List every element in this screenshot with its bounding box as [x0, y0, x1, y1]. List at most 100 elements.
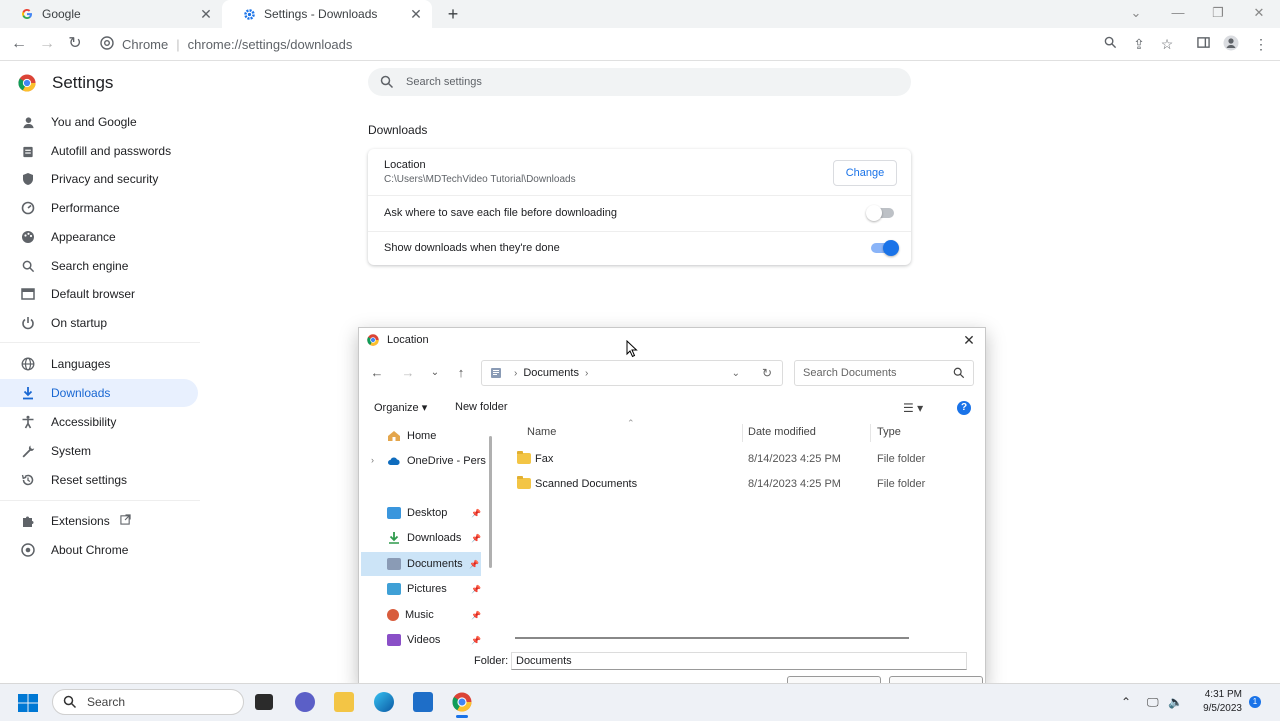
history-icon	[20, 472, 36, 488]
folder-icon	[517, 451, 531, 464]
nav-item-label: System	[51, 444, 92, 458]
tree-item-pictures[interactable]: Pictures 📌	[387, 577, 483, 601]
address-dropdown-icon[interactable]: ⌄	[732, 368, 740, 379]
folder-input[interactable]: Documents	[511, 652, 967, 670]
breadcrumb-item[interactable]: Documents	[523, 367, 579, 379]
file-explorer-icon[interactable]	[334, 692, 354, 712]
column-header-date[interactable]: Date modified	[748, 426, 816, 438]
profile-avatar-icon[interactable]	[1222, 35, 1240, 53]
column-separator[interactable]	[870, 424, 871, 442]
tree-item-videos[interactable]: Videos 📌	[387, 628, 483, 652]
tree-item-desktop[interactable]: Desktop 📌	[387, 501, 483, 525]
more-menu-icon[interactable]: ⋮	[1252, 35, 1270, 53]
nav-item-about-chrome[interactable]: About Chrome	[0, 536, 198, 564]
teams-chat-icon[interactable]	[295, 692, 315, 712]
chrome-taskbar-icon[interactable]	[452, 692, 472, 718]
maximize-icon[interactable]: ❐	[1206, 4, 1230, 22]
nav-item-system[interactable]: System	[0, 437, 198, 465]
tab-search-chevron-icon[interactable]: ⌄	[1124, 4, 1148, 22]
close-icon[interactable]: ✕	[959, 330, 979, 350]
nav-item-default-browser[interactable]: Default browser	[0, 280, 198, 308]
nav-item-you-and-google[interactable]: You and Google	[0, 108, 198, 136]
file-name: Scanned Documents	[535, 478, 638, 490]
taskbar-search-box[interactable]: Search	[52, 689, 244, 715]
navigation-scrollbar[interactable]	[489, 436, 492, 568]
search-icon	[380, 75, 394, 89]
file-row[interactable]: Fax 8/14/2023 4:25 PM File folder	[499, 448, 985, 470]
side-panel-icon[interactable]	[1194, 35, 1212, 53]
back-icon[interactable]: ←	[368, 364, 386, 382]
nav-item-reset-settings[interactable]: Reset settings	[0, 466, 198, 494]
microsoft-store-icon[interactable]	[413, 692, 433, 712]
dialog-address-bar[interactable]: › Documents › ⌄ ↻	[481, 360, 783, 386]
edge-browser-icon[interactable]	[374, 692, 394, 712]
column-header-name[interactable]: Name	[527, 426, 556, 438]
forward-icon[interactable]: →	[38, 35, 56, 53]
file-list-pane: Name ⌃ Date modified Type Fax 8/14/2023 …	[499, 418, 985, 642]
organize-button[interactable]: Organize ▾	[374, 401, 427, 414]
settings-search-input[interactable]: Search settings	[368, 68, 911, 96]
nav-item-performance[interactable]: Performance	[0, 194, 198, 222]
minimize-icon[interactable]: —	[1166, 4, 1190, 22]
nav-item-appearance[interactable]: Appearance	[0, 223, 198, 251]
close-tab-icon[interactable]: ✕	[198, 6, 214, 22]
reload-icon[interactable]: ↻	[66, 35, 84, 53]
taskbar-clock[interactable]: 4:31 PM 9/5/2023	[1188, 688, 1242, 716]
new-tab-icon[interactable]: +	[444, 5, 462, 23]
nav-item-on-startup[interactable]: On startup	[0, 309, 198, 337]
help-icon[interactable]: ?	[957, 401, 971, 415]
tree-item-music[interactable]: Music 📌	[387, 603, 483, 627]
recent-locations-chevron-icon[interactable]: ⌄	[426, 364, 444, 382]
tree-item-downloads[interactable]: Downloads 📌	[387, 526, 483, 550]
forward-icon[interactable]: →	[399, 364, 417, 382]
new-folder-button[interactable]: New folder	[455, 401, 508, 413]
bookmark-star-icon[interactable]: ☆	[1158, 35, 1176, 53]
desktop-icon	[387, 507, 401, 519]
share-icon[interactable]: ⇪	[1130, 35, 1148, 53]
ask-where-toggle[interactable]	[866, 205, 894, 221]
dialog-titlebar[interactable]: Location	[359, 328, 985, 352]
tray-overflow-chevron-icon[interactable]: ⌃	[1121, 695, 1131, 709]
nav-item-accessibility[interactable]: Accessibility	[0, 408, 198, 436]
nav-item-downloads[interactable]: Downloads	[0, 379, 198, 407]
tab-title: Google	[42, 7, 81, 21]
horizontal-scrollbar[interactable]	[515, 637, 909, 639]
change-location-button[interactable]: Change	[833, 160, 897, 186]
tab-google[interactable]: Google ✕	[0, 0, 222, 28]
tree-item-onedrive[interactable]: OneDrive - Pers	[387, 449, 487, 473]
refresh-icon[interactable]: ↻	[762, 366, 772, 380]
location-dialog: Location ✕ ← → ⌄ ↑ › Documents › ⌄ ↻ Sea…	[358, 327, 986, 685]
nav-item-label: About Chrome	[51, 543, 129, 557]
view-options-icon[interactable]: ☰ ▾	[903, 401, 923, 415]
zoom-icon[interactable]	[1101, 35, 1119, 53]
notification-badge[interactable]: 1	[1249, 696, 1261, 708]
toggle-knob	[883, 240, 899, 256]
nav-item-privacy[interactable]: Privacy and security	[0, 165, 198, 193]
nav-item-label: Performance	[51, 201, 120, 215]
close-window-icon[interactable]: ✕	[1247, 4, 1271, 22]
globe-icon	[20, 356, 36, 372]
pin-icon: 📌	[471, 533, 481, 543]
task-view-icon[interactable]	[255, 694, 273, 710]
volume-icon[interactable]: 🔈	[1168, 695, 1183, 709]
nav-item-languages[interactable]: Languages	[0, 350, 198, 378]
back-icon[interactable]: ←	[10, 35, 28, 53]
nav-item-extensions[interactable]: Extensions	[0, 507, 198, 535]
expand-chevron-icon[interactable]: ›	[371, 455, 374, 465]
column-separator[interactable]	[742, 424, 743, 442]
close-tab-icon[interactable]: ✕	[408, 6, 424, 22]
tab-settings-downloads[interactable]: Settings - Downloads ✕	[222, 0, 432, 28]
dialog-search-input[interactable]: Search Documents	[794, 360, 974, 386]
up-folder-icon[interactable]: ↑	[452, 364, 470, 382]
show-downloads-toggle[interactable]	[871, 240, 899, 256]
tree-item-documents[interactable]: Documents 📌	[361, 552, 481, 576]
network-icon[interactable]: 🖵	[1147, 695, 1159, 710]
nav-item-autofill[interactable]: Autofill and passwords	[0, 137, 198, 165]
address-bar[interactable]: Chrome | chrome://settings/downloads	[100, 32, 1100, 56]
nav-item-search-engine[interactable]: Search engine	[0, 252, 198, 280]
windows-start-icon[interactable]	[18, 694, 38, 712]
tree-item-home[interactable]: Home	[387, 424, 487, 448]
column-header-type[interactable]: Type	[877, 426, 901, 438]
videos-icon	[387, 634, 401, 646]
file-row[interactable]: Scanned Documents 8/14/2023 4:25 PM File…	[499, 473, 985, 495]
